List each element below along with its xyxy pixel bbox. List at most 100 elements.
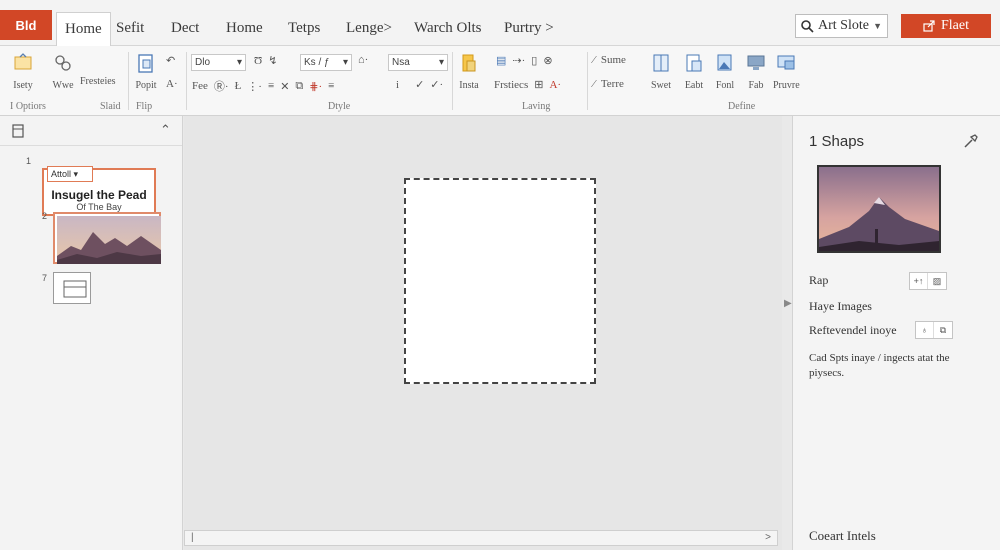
tab-home[interactable]: Home <box>56 12 111 47</box>
indent-value[interactable]: i <box>396 79 399 91</box>
new-button[interactable]: Isety <box>12 52 34 91</box>
shapes-side-pane: 1 Shaps Rap +↑ ▨ Haye Images Reftevendel… <box>792 116 1000 550</box>
font-size-value: Nsa <box>392 57 410 68</box>
have-images-label[interactable]: Haye Images <box>809 299 872 314</box>
align-icon[interactable]: ≡ <box>268 80 274 92</box>
scene-icon[interactable]: ⁄ <box>593 54 595 66</box>
tab-lenge[interactable]: Lenge> <box>338 12 400 44</box>
tab-warch-olts[interactable]: Warch Olts <box>406 12 490 44</box>
scene-label[interactable]: Sume <box>601 54 626 66</box>
fab-button[interactable]: Fab <box>745 52 767 91</box>
font-name-value: Dlo <box>195 57 211 68</box>
slide-number: 7 <box>42 273 48 283</box>
terre-icon[interactable]: ⁄ <box>593 78 595 90</box>
group-options-label: I Optiors <box>10 101 46 112</box>
slide-title: Insugel the Pead <box>51 188 147 202</box>
search-icon <box>801 20 814 33</box>
collapse-icon[interactable]: ⌃ <box>160 122 171 138</box>
mountain-image <box>819 167 939 251</box>
grid-icon-2[interactable]: ⊞ <box>534 78 543 91</box>
ribbon-divider <box>186 52 187 110</box>
pane-description: Cad Spts inaye / ingects atat the piysec… <box>809 352 950 379</box>
check-icon[interactable]: ✓ <box>415 78 424 91</box>
effect-dropdown[interactable]: Ks / ƒ ▾ <box>300 54 352 71</box>
expand-pane-icon[interactable]: ▶ <box>784 298 792 309</box>
chevron-down-icon: ▾ <box>342 57 348 68</box>
scroll-right-icon[interactable]: > <box>765 532 771 543</box>
triangle-icon[interactable]: ⌂· <box>358 54 368 66</box>
undo-icon[interactable]: ↶ <box>166 54 175 67</box>
monitor-icon <box>747 55 765 70</box>
wire-button[interactable]: Wwe <box>52 52 74 91</box>
map-buttons: +↑ ▨ <box>909 272 947 290</box>
tab-home-2[interactable]: Home <box>218 12 271 44</box>
tab-purtry[interactable]: Purtry > <box>496 12 562 44</box>
paste-label: Popit <box>135 80 157 91</box>
slide-canvas[interactable]: | > <box>184 116 782 550</box>
paste-button[interactable]: Popit <box>135 52 157 91</box>
arrow-icon[interactable]: ↯ <box>268 54 277 67</box>
edit-doc-icon <box>686 54 702 72</box>
tab-tetps[interactable]: Tetps <box>280 12 328 44</box>
grid-icon[interactable]: ⋕· <box>309 80 322 93</box>
add-icon[interactable]: +↑ <box>910 273 928 289</box>
font-color-icon-2[interactable]: A· <box>549 79 561 91</box>
link-icon <box>55 55 71 71</box>
slide-thumbnail-2[interactable] <box>53 212 161 264</box>
freshes-button[interactable]: Fresteies <box>80 70 116 87</box>
prove-button[interactable]: Pruvre <box>773 52 800 91</box>
laving-row-2: Frstiecs ⊞ A· <box>494 78 561 92</box>
slide-number: 1 <box>26 156 32 166</box>
page-icon[interactable]: ▯ <box>531 54 537 67</box>
search-dropdown[interactable]: Art Slote ▼ <box>795 14 888 38</box>
slide-number: 2 <box>42 211 48 221</box>
slide-subtitle: Of The Bay <box>76 202 122 212</box>
app-badge[interactable]: Bld <box>0 10 52 40</box>
terre-label[interactable]: Terre <box>601 78 624 90</box>
forward-icon[interactable]: ⇢· <box>512 54 525 67</box>
font-button[interactable]: Fonl <box>714 52 736 91</box>
font-size-dropdown[interactable]: Nsa ▾ <box>388 54 448 71</box>
slide-thumbnail-1[interactable]: Attoll ▾ Insugel the Pead Of The Bay <box>42 166 156 216</box>
copy-icon[interactable]: ⧉ <box>295 80 303 93</box>
thumbnail-view-icon[interactable] <box>12 124 24 138</box>
tab-dect[interactable]: Dect <box>163 12 207 44</box>
image-preview[interactable] <box>817 165 941 253</box>
horizontal-scrollbar[interactable]: | > <box>184 530 778 546</box>
pin-icon[interactable] <box>963 133 979 149</box>
sped-button[interactable]: Swet <box>650 52 672 91</box>
effect-value: Ks / ƒ <box>304 57 330 68</box>
image-small-icon[interactable]: ▨ <box>928 273 946 289</box>
align-left-icon[interactable]: ≡ <box>328 80 334 92</box>
settings-icon[interactable]: ♁ <box>916 322 934 338</box>
share-button[interactable]: Flaet <box>901 14 991 38</box>
slide-badge: Attoll ▾ <box>47 166 93 182</box>
globe-icon[interactable]: ⊗ <box>543 54 552 67</box>
fab-label: Fab <box>748 80 764 91</box>
list-icon[interactable]: ⋮· <box>247 80 262 93</box>
pane-footer[interactable]: Coeart Intels <box>809 528 876 544</box>
group-laving-label: Laving <box>522 101 551 112</box>
document-icon[interactable]: ▤ <box>496 54 506 67</box>
underline-icon[interactable]: Ł <box>235 80 242 92</box>
tab-sefit[interactable]: Sefit <box>108 12 152 44</box>
layout-placeholder-icon <box>63 280 87 298</box>
frame-label[interactable]: Fee <box>192 80 208 92</box>
edit-button[interactable]: Eabt <box>683 52 705 91</box>
undo-row: ↶ <box>166 54 175 67</box>
selected-slide-placeholder[interactable] <box>404 178 596 384</box>
border-icon[interactable]: Ⓡ· <box>214 78 229 94</box>
freaks-label[interactable]: Frstiecs <box>494 79 528 91</box>
shape-icon[interactable]: Ʊ <box>254 55 262 67</box>
title-tab-bar: Bld Home Sefit Dect Home Tetps Lenge> Wa… <box>0 0 1000 47</box>
insert-button[interactable]: Insta <box>458 52 480 91</box>
mountain-image <box>57 216 161 264</box>
scroll-left-icon[interactable]: | <box>191 532 194 543</box>
copy-small-icon[interactable]: ⧉ <box>934 322 952 338</box>
font-name-dropdown[interactable]: Dlo ▾ <box>191 54 246 71</box>
slide-thumbnail-3[interactable] <box>53 272 91 304</box>
clear-icon[interactable]: ✕ <box>280 80 289 93</box>
ribbon-divider <box>452 52 453 110</box>
font-color-icon[interactable]: A· <box>166 78 178 90</box>
check-icon-2[interactable]: ✓· <box>430 78 443 91</box>
